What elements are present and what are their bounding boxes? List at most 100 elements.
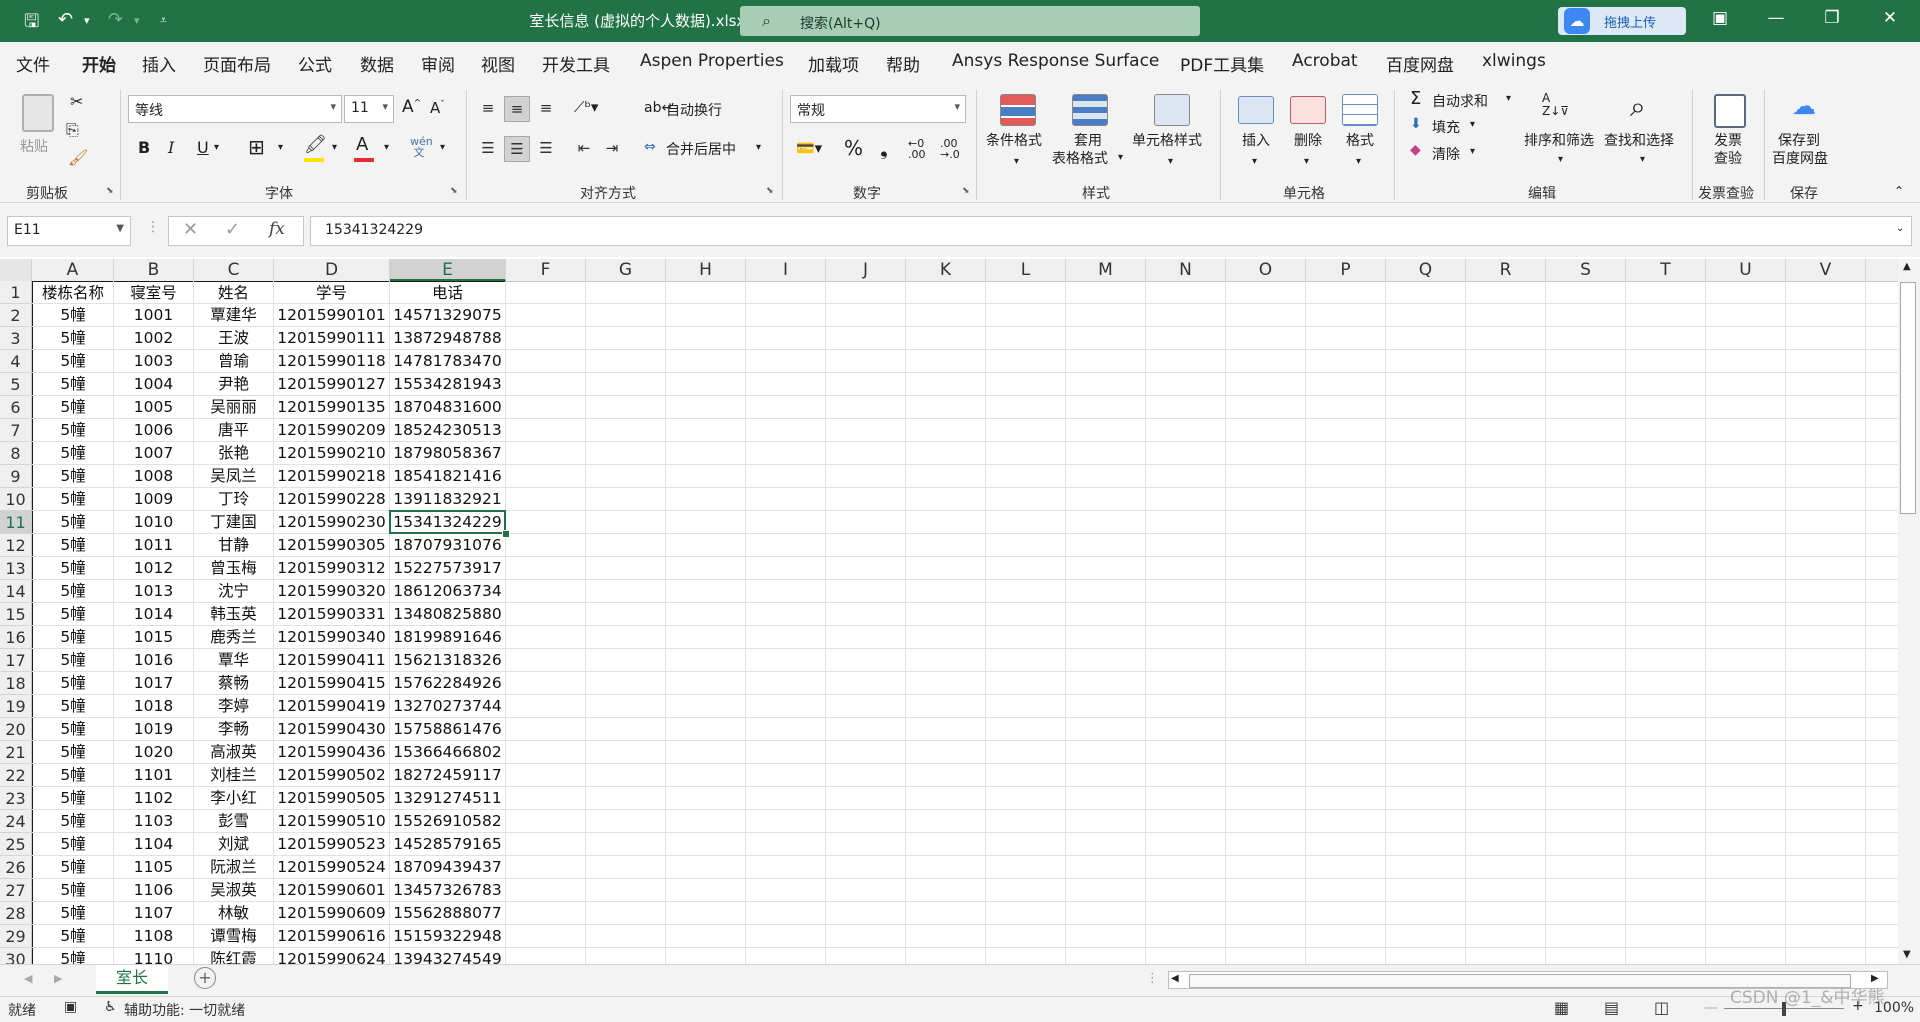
scroll-left-icon[interactable]: ◀ xyxy=(1171,973,1179,984)
cell-b6[interactable]: 1005 xyxy=(114,396,194,419)
tab-data[interactable]: 数据 xyxy=(360,51,394,76)
cell-c27[interactable]: 吴淑英 xyxy=(194,879,274,902)
orientation-icon[interactable]: ⟋ᵇ▾ xyxy=(574,98,598,116)
row-header-15[interactable]: 15 xyxy=(0,603,32,626)
cell-b25[interactable]: 1104 xyxy=(114,833,194,856)
cell-d21[interactable]: 12015990436 xyxy=(274,741,390,764)
header-cell-b[interactable]: 寝室号 xyxy=(114,281,194,304)
column-header-e[interactable]: E xyxy=(390,259,506,281)
cell-b18[interactable]: 1017 xyxy=(114,672,194,695)
column-header-l[interactable]: L xyxy=(986,259,1066,281)
cell-d8[interactable]: 12015990210 xyxy=(274,442,390,465)
column-header-k[interactable]: K xyxy=(906,259,986,281)
tab-insert[interactable]: 插入 xyxy=(142,51,176,76)
number-format-select[interactable]: 常规 ▾ xyxy=(790,95,966,123)
cell-e16[interactable]: 18199891646 xyxy=(390,626,506,649)
cell-d28[interactable]: 12015990609 xyxy=(274,902,390,925)
cell-a5[interactable]: 5幢 xyxy=(32,373,114,396)
clear-button[interactable]: 清除 xyxy=(1432,144,1460,164)
scroll-sheets-left-icon[interactable]: ◀ xyxy=(24,972,32,985)
header-cell-e[interactable]: 电话 xyxy=(390,281,506,304)
cell-b10[interactable]: 1009 xyxy=(114,488,194,511)
cell-d10[interactable]: 12015990228 xyxy=(274,488,390,511)
column-header-c[interactable]: C xyxy=(194,259,274,281)
cell-e28[interactable]: 15562888077 xyxy=(390,902,506,925)
column-header-s[interactable]: S xyxy=(1546,259,1626,281)
cell-e29[interactable]: 15159322948 xyxy=(390,925,506,948)
percent-icon[interactable]: % xyxy=(844,136,863,160)
comma-style-icon[interactable]: ❟ xyxy=(880,136,888,160)
cell-a3[interactable]: 5幢 xyxy=(32,327,114,350)
column-header-p[interactable]: P xyxy=(1306,259,1386,281)
cell-a29[interactable]: 5幢 xyxy=(32,925,114,948)
cut-icon[interactable]: ✂ xyxy=(70,92,83,111)
column-header-r[interactable]: R xyxy=(1466,259,1546,281)
cell-e8[interactable]: 18798058367 xyxy=(390,442,506,465)
insert-function-icon[interactable]: fx xyxy=(269,219,285,239)
cell-b21[interactable]: 1020 xyxy=(114,741,194,764)
cell-c5[interactable]: 尹艳 xyxy=(194,373,274,396)
cell-e9[interactable]: 18541821416 xyxy=(390,465,506,488)
decrease-indent-icon[interactable]: ⇤ xyxy=(572,136,596,160)
expand-formula-icon[interactable]: ⌄ xyxy=(1896,223,1904,234)
cell-b7[interactable]: 1006 xyxy=(114,419,194,442)
cell-c11[interactable]: 丁建国 xyxy=(194,511,274,534)
restore-icon[interactable]: ❐ xyxy=(1812,8,1852,28)
cell-d19[interactable]: 12015990419 xyxy=(274,695,390,718)
increase-indent-icon[interactable]: ⇥ xyxy=(600,136,624,160)
cell-a26[interactable]: 5幢 xyxy=(32,856,114,879)
column-header-u[interactable]: U xyxy=(1706,259,1786,281)
cell-b17[interactable]: 1016 xyxy=(114,649,194,672)
cell-a17[interactable]: 5幢 xyxy=(32,649,114,672)
tab-split-handle-icon[interactable]: ⋮ xyxy=(1146,971,1159,986)
underline-button[interactable]: U xyxy=(197,138,209,157)
cell-a30[interactable]: 5幢 xyxy=(32,948,114,964)
tab-help[interactable]: 帮助 xyxy=(886,51,920,76)
increase-decimal-icon[interactable]: ←0.00 xyxy=(908,138,926,160)
cell-c23[interactable]: 李小红 xyxy=(194,787,274,810)
font-name-select[interactable]: 等线 ▾ xyxy=(128,95,342,123)
row-header-24[interactable]: 24 xyxy=(0,810,32,833)
macro-record-icon[interactable]: ▣ xyxy=(64,999,77,1015)
cell-e23[interactable]: 13291274511 xyxy=(390,787,506,810)
cell-d4[interactable]: 12015990118 xyxy=(274,350,390,373)
cell-b5[interactable]: 1004 xyxy=(114,373,194,396)
cell-b15[interactable]: 1014 xyxy=(114,603,194,626)
tab-formulas[interactable]: 公式 xyxy=(298,51,332,76)
chevron-down-icon[interactable]: ▾ xyxy=(278,142,283,153)
normal-view-icon[interactable]: ▦ xyxy=(1554,998,1569,1017)
header-cell-a[interactable]: 楼栋名称 xyxy=(32,281,114,304)
cell-a24[interactable]: 5幢 xyxy=(32,810,114,833)
align-left-icon[interactable]: ☰ xyxy=(476,136,500,160)
cell-a16[interactable]: 5幢 xyxy=(32,626,114,649)
bold-button[interactable]: B xyxy=(138,138,150,157)
row-header-20[interactable]: 20 xyxy=(0,718,32,741)
cell-d5[interactable]: 12015990127 xyxy=(274,373,390,396)
scroll-down-icon[interactable]: ▼ xyxy=(1903,949,1911,960)
align-center-icon[interactable]: ☰ xyxy=(504,136,530,162)
cell-d3[interactable]: 12015990111 xyxy=(274,327,390,350)
cell-d7[interactable]: 12015990209 xyxy=(274,419,390,442)
cell-d22[interactable]: 12015990502 xyxy=(274,764,390,787)
column-header-n[interactable]: N xyxy=(1146,259,1226,281)
scroll-up-icon[interactable]: ▲ xyxy=(1903,261,1911,272)
find-select-button[interactable]: ⌕ 查找和选择 ▾ xyxy=(1602,90,1684,178)
row-header-1[interactable]: 1 xyxy=(0,281,32,304)
tab-baidu[interactable]: 百度网盘 xyxy=(1386,51,1454,76)
cell-d14[interactable]: 12015990320 xyxy=(274,580,390,603)
row-header-28[interactable]: 28 xyxy=(0,902,32,925)
row-header-26[interactable]: 26 xyxy=(0,856,32,879)
column-header-f[interactable]: F xyxy=(506,259,586,281)
vertical-scroll-thumb[interactable] xyxy=(1900,282,1916,514)
cell-e21[interactable]: 15366466802 xyxy=(390,741,506,764)
header-cell-c[interactable]: 姓名 xyxy=(194,281,274,304)
cell-e11[interactable]: 15341324229 xyxy=(390,511,506,534)
tab-home[interactable]: 开始 xyxy=(82,51,116,76)
cell-b3[interactable]: 1002 xyxy=(114,327,194,350)
header-cell-d[interactable]: 学号 xyxy=(274,281,390,304)
tab-ansys[interactable]: Ansys Response Surface xyxy=(952,51,1159,71)
cell-b14[interactable]: 1013 xyxy=(114,580,194,603)
row-header-21[interactable]: 21 xyxy=(0,741,32,764)
column-header-b[interactable]: B xyxy=(114,259,194,281)
save-to-baidu-button[interactable]: ☁ 保存到 百度网盘 xyxy=(1772,90,1840,178)
